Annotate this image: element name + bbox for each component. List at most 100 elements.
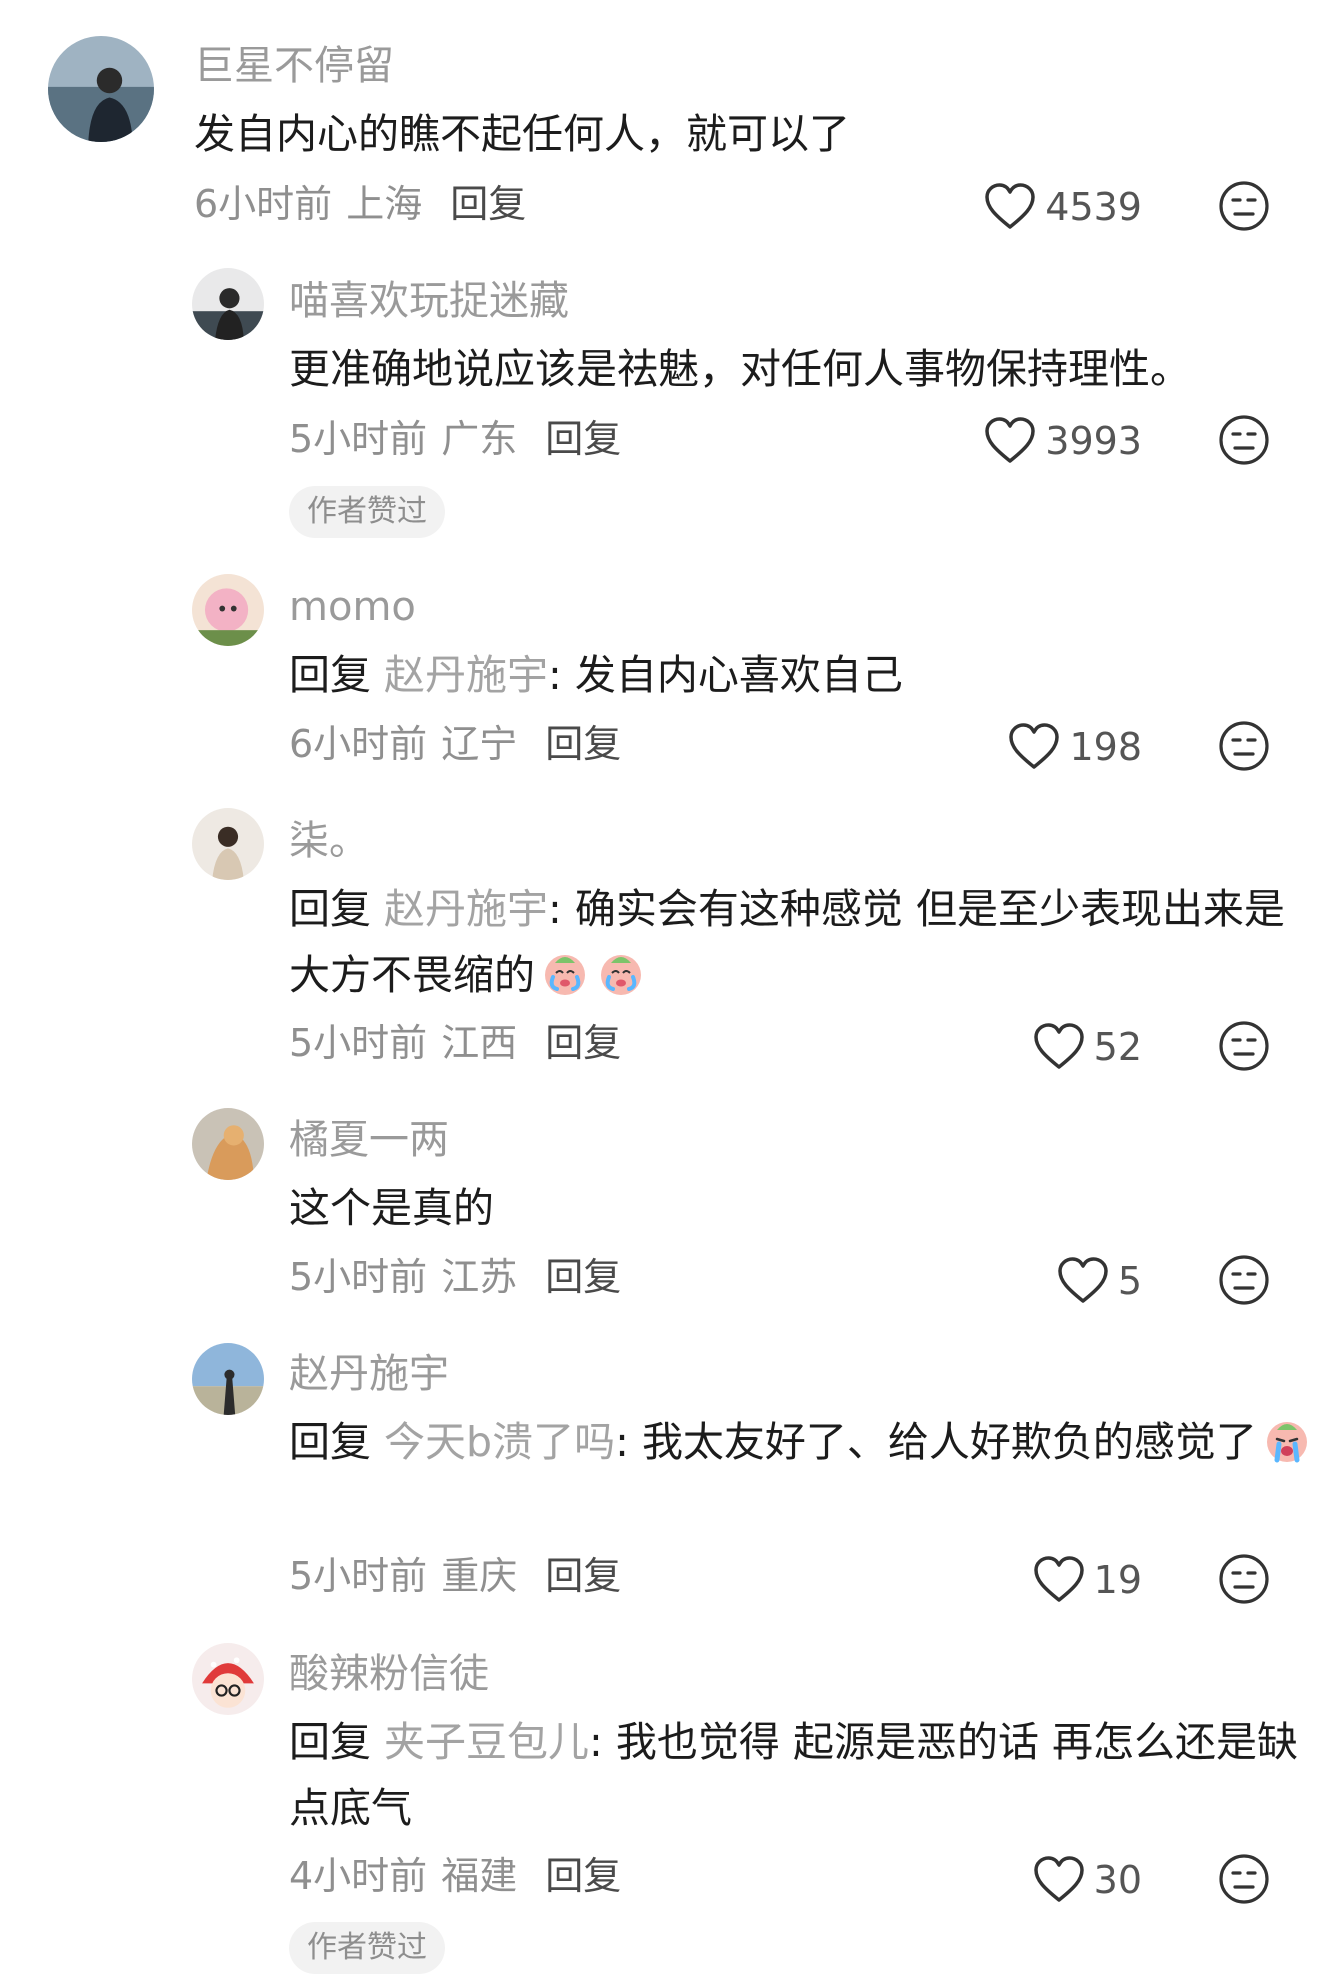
avatar-image [192,574,264,646]
heart-icon [1009,723,1060,769]
username[interactable]: momo [289,583,416,631]
like-button[interactable]: 52 [882,1020,1142,1074]
comment-location: 广东 [441,417,518,461]
comment-time: 6小时前 [289,722,428,766]
reply-button[interactable]: 回复 [545,1021,621,1065]
comment-body: 我太友好了、给人好欺负的感觉了 [641,1418,1257,1466]
avatar[interactable] [192,1343,264,1415]
like-button[interactable]: 30 [882,1853,1142,1907]
heart-icon [985,417,1036,463]
comment-body: 发自内心的瞧不起任何人，就可以了 [194,110,850,158]
comment-text[interactable]: 发自内心的瞧不起任何人，就可以了 [194,101,1224,167]
crying-face-emoji [545,955,585,995]
reply-prefix: 回复 [289,1718,371,1766]
reply-separator: : [589,1718,616,1766]
comment-text[interactable]: 回复 赵丹施宇: 确实会有这种感觉 但是至少表现出来是大方不畏缩的 [289,876,1319,1008]
avatar-image [192,268,264,340]
username[interactable]: 酸辣粉信徒 [289,1650,489,1698]
comment-text[interactable]: 这个是真的 [289,1175,1319,1241]
username[interactable]: 柒。 [289,817,369,865]
like-count: 4539 [1045,185,1142,229]
avatar-image [192,808,264,880]
comment-text[interactable]: 更准确地说应该是祛魅，对任何人事物保持理性。 [289,336,1319,402]
comment-location: 重庆 [441,1554,518,1598]
heart-icon [985,183,1036,229]
avatar-image [48,36,154,142]
avatar-image [192,1643,264,1715]
comment-meta: 6小时前 上海 回复 [194,180,526,228]
like-count: 19 [1093,1558,1142,1602]
reply-separator: : [548,651,575,699]
avatar-image [192,1108,264,1180]
username[interactable]: 喵喜欢玩捉迷藏 [289,277,569,325]
comment-meta: 5小时前 江西 回复 [289,1019,621,1067]
crying-face-emoji [601,955,641,995]
reply-target-username[interactable]: 夹子豆包儿 [384,1718,589,1766]
username[interactable]: 巨星不停留 [194,42,394,90]
reply-button[interactable]: 回复 [545,417,621,461]
like-count: 198 [1069,725,1142,769]
like-button[interactable]: 19 [882,1553,1142,1607]
comment-meta: 5小时前 重庆 回复 [289,1552,621,1600]
comment-location: 上海 [346,182,423,226]
reply-button[interactable]: 回复 [545,1554,621,1598]
comment-text[interactable]: 回复 赵丹施宇: 发自内心喜欢自己 [289,642,1319,708]
avatar[interactable] [192,1643,264,1715]
avatar[interactable] [192,574,264,646]
comment-meta: 4小时前 福建 回复 [289,1852,621,1900]
avatar[interactable] [192,268,264,340]
comment-meta: 6小时前 辽宁 回复 [289,720,621,768]
comment-text[interactable]: 回复 夹子豆包儿: 我也觉得 起源是恶的话 再怎么还是缺点底气 [289,1709,1319,1841]
avatar-image [192,1343,264,1415]
comment-body: 更准确地说应该是祛魅，对任何人事物保持理性。 [289,345,1191,393]
author-liked-badge: 作者赞过 [289,486,445,538]
like-button[interactable]: 3993 [882,414,1142,468]
like-count: 3993 [1045,419,1142,463]
dislike-face-icon[interactable] [1218,1553,1270,1605]
dislike-face-icon[interactable] [1218,1020,1270,1072]
dislike-face-icon[interactable] [1218,414,1270,466]
dislike-face-icon[interactable] [1218,180,1270,232]
reply-separator: : [548,885,575,933]
avatar[interactable] [192,1108,264,1180]
heart-icon [1033,1556,1084,1602]
dislike-face-icon[interactable] [1218,720,1270,772]
loudly-crying-face-emoji [1266,1422,1307,1463]
author-liked-badge: 作者赞过 [289,1922,445,1974]
dislike-face-icon[interactable] [1218,1254,1270,1306]
reply-prefix: 回复 [289,885,371,933]
comment-meta: 5小时前 广东 回复 [289,415,621,463]
like-count: 52 [1093,1025,1142,1069]
comment-location: 福建 [441,1854,518,1898]
comment-location: 江苏 [441,1255,518,1299]
reply-button[interactable]: 回复 [545,722,621,766]
avatar[interactable] [48,36,154,142]
reply-separator: : [615,1418,642,1466]
comment-time: 5小时前 [289,1554,428,1598]
heart-icon [1033,1023,1084,1069]
dislike-face-icon[interactable] [1218,1853,1270,1905]
reply-button[interactable]: 回复 [545,1854,621,1898]
username[interactable]: 赵丹施宇 [289,1350,449,1398]
like-count: 30 [1093,1858,1142,1902]
reply-target-username[interactable]: 今天b溃了吗 [384,1418,615,1466]
reply-target-username[interactable]: 赵丹施宇 [384,651,548,699]
reply-target-username[interactable]: 赵丹施宇 [384,885,548,933]
reply-button[interactable]: 回复 [450,182,526,226]
comment-location: 江西 [441,1021,518,1065]
heart-icon [1033,1856,1084,1902]
like-button[interactable]: 5 [882,1254,1142,1308]
like-button[interactable]: 198 [882,720,1142,774]
username[interactable]: 橘夏一两 [289,1116,449,1164]
reply-button[interactable]: 回复 [545,1255,621,1299]
comment-text[interactable]: 回复 今天b溃了吗: 我太友好了、给人好欺负的感觉了 [289,1409,1319,1475]
comment-time: 5小时前 [289,417,428,461]
comment-body: 这个是真的 [289,1184,494,1232]
comment-meta: 5小时前 江苏 回复 [289,1253,621,1301]
heart-icon [1058,1257,1108,1303]
like-count: 5 [1117,1259,1142,1303]
avatar[interactable] [192,808,264,880]
comment-time: 5小时前 [289,1255,428,1299]
like-button[interactable]: 4539 [882,180,1142,234]
comment-time: 5小时前 [289,1021,428,1065]
